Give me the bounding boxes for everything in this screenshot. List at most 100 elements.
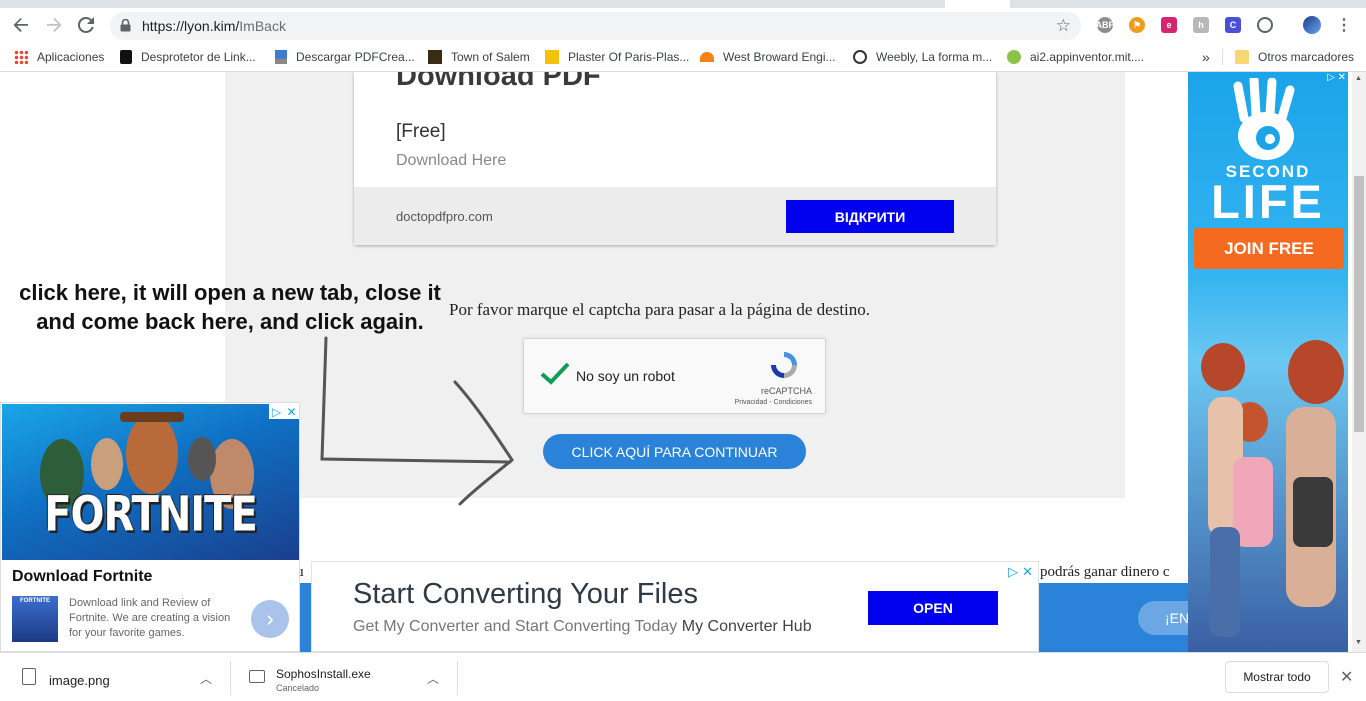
active-tab[interactable] [945,0,1010,8]
download-name: SophosInstall.exe [276,667,371,681]
reload-button[interactable] [73,12,99,38]
instruction-line-1: click here, it will open a new tab, clos… [19,280,441,305]
extension-orange-icon[interactable]: ⚑ [1129,17,1145,33]
second-life-avatars-illustration [1201,340,1344,637]
extension-c-icon[interactable]: C [1225,17,1241,33]
page-scrollbar[interactable]: ▲ ▼ [1352,72,1366,652]
back-button[interactable] [8,12,34,38]
scrollbar-thumb[interactable] [1354,176,1364,432]
address-bar[interactable]: https://lyon.kim/ImBack ☆ [110,12,1081,40]
speed-gauge-icon[interactable] [1257,17,1273,33]
bookmarks-overflow-button[interactable]: » [1202,49,1210,65]
adblock-plus-icon[interactable]: ABP [1096,17,1115,33]
bookmark-descargar-pdf[interactable]: Descargar PDFCrea... [275,49,415,65]
ad-info-icon[interactable]: ▷ [1008,564,1018,580]
bookmark-desprotetor[interactable]: Desprotetor de Link... [120,49,256,65]
scroll-down-icon[interactable]: ▼ [1355,639,1362,646]
image-file-icon [22,668,36,685]
back-arrow-icon [13,18,28,32]
other-bookmarks-folder[interactable]: Otros marcadores [1222,49,1354,65]
unlock-icon [120,50,132,64]
converter-open-button[interactable]: OPEN [868,591,998,625]
salem-icon [428,50,442,64]
ad-info-icon[interactable]: ▷ [269,404,284,419]
ad-choices[interactable]: ▷ ✕ [269,404,299,419]
download-item-image[interactable]: image.png ︿ [0,653,230,701]
fortnite-thumbnail: FORTNITE [12,596,58,642]
extension-pink-icon[interactable]: e [1161,17,1177,33]
fortnite-thumb-label: FORTNITE [20,598,50,604]
converter-ad[interactable]: ▷ ✕ Start Converting Your Files Get My C… [311,561,1039,652]
tab-strip [0,0,1366,8]
browser-toolbar: https://lyon.kim/ImBack ☆ ABP ⚑ e h C ⋮ [0,8,1366,42]
ad-open-button[interactable]: ВІДКРИТИ [786,200,954,233]
fortnite-description: Download link and Review of Fortnite. We… [69,597,231,639]
extension-grey-icon[interactable]: h [1193,17,1209,33]
moodle-icon [700,52,714,62]
ad-choices[interactable]: ▷ ✕ [1327,72,1346,83]
ad-price: [Free] [396,121,446,142]
ad-close-icon[interactable]: ✕ [284,404,299,419]
bookmark-label: Town of Salem [451,50,530,64]
recaptcha-links[interactable]: Privacidad - Condiciones [735,399,812,406]
download-name: image.png [49,673,110,688]
instruction-text: click here, it will open a new tab, clos… [0,278,460,336]
bookmark-label: Aplicaciones [37,50,105,64]
chevron-up-icon[interactable]: ︿ [200,670,212,687]
instruction-line-2: and come back here, and click again. [36,309,424,334]
bookmark-appinventor[interactable]: ai2.appinventor.mit.... [1007,49,1144,65]
bookmarks-bar: Aplicaciones Desprotetor de Link... Desc… [0,42,1366,72]
fortnite-banner-image[interactable]: FORTNITE ▷ ✕ [2,404,299,560]
bookmark-label: Desprotetor de Link... [141,50,256,64]
overflow-chevron-icon: » [1202,49,1210,65]
fortnite-logo-text: FORTNITE [44,487,258,543]
lock-icon [120,19,131,32]
bookmark-aplicaciones[interactable]: Aplicaciones [14,49,104,65]
profile-avatar[interactable] [1303,16,1321,34]
continue-button[interactable]: CLICK AQUÍ PARA CONTINUAR [543,434,806,469]
ad-subtitle: Download Here [396,152,507,169]
fortnite-ad[interactable]: FORTNITE ▷ ✕ Download Fortnite FORTNITE … [0,402,300,652]
bookmark-town-of-salem[interactable]: Town of Salem [428,49,530,65]
menu-kebab-icon[interactable]: ⋮ [1336,17,1352,34]
close-icon[interactable]: ✕ [1340,667,1353,687]
download-pdf-ad[interactable]: Download PDF [Free] Download Here doctop… [354,72,996,245]
converter-subtitle-text: Get My Converter and Start Converting To… [353,618,678,635]
recaptcha-label: No soy un robot [576,368,675,384]
url-text: https://lyon.kim/ImBack [142,18,286,34]
bookmark-label: Weebly, La forma m... [876,50,993,64]
chevron-right-icon[interactable]: › [251,600,289,638]
bookmark-star-icon[interactable]: ☆ [1056,17,1071,34]
url-host: https://lyon.kim/ [142,18,240,34]
bookmark-west-broward[interactable]: West Broward Engi... [700,49,836,65]
bookmark-label: Descargar PDFCrea... [296,50,415,64]
bookmark-label: West Broward Engi... [723,50,836,64]
other-bookmarks-label: Otros marcadores [1258,50,1355,64]
scroll-up-icon[interactable]: ▲ [1355,75,1362,82]
second-life-ad[interactable]: ▷ ✕ SECOND LIFE JOIN FREE [1188,72,1348,652]
ad-choices[interactable]: ▷ ✕ [1008,564,1033,580]
recaptcha-widget[interactable]: No soy un robot reCAPTCHA Privacidad - C… [523,338,826,414]
converter-headline[interactable]: Start Converting Your Files [353,578,698,611]
bookmark-weebly[interactable]: Weebly, La forma m... [853,49,992,65]
bookmark-label: ai2.appinventor.mit.... [1030,50,1145,64]
converter-subtitle: Get My Converter and Start Converting To… [353,618,812,636]
chevron-up-icon[interactable]: ︿ [427,670,439,687]
divider [457,661,458,695]
checkmark-icon[interactable] [540,361,570,385]
reload-icon [78,17,94,33]
download-status: Cancelado [276,683,320,693]
recaptcha-brand: reCAPTCHA [760,386,812,396]
hand-drawn-arrow [320,336,514,506]
page-content: Download PDF [Free] Download Here doctop… [0,72,1352,652]
ad-close-icon[interactable]: ✕ [1022,564,1033,580]
show-all-button[interactable]: Mostrar todo [1225,661,1329,693]
forward-button[interactable] [41,12,67,38]
ad-footer: doctopdfpro.com ВІДКРИТИ [354,187,996,245]
bookmark-plaster[interactable]: Plaster Of Paris-Plas... [545,49,689,65]
download-item-sophos[interactable]: SophosInstall.exe Cancelado ︿ [227,653,457,701]
bookmark-label: Plaster Of Paris-Plas... [568,50,690,64]
join-free-button[interactable]: JOIN FREE [1194,228,1344,269]
recaptcha-logo-icon [771,352,797,378]
fortnite-headline[interactable]: Download Fortnite [12,568,152,586]
